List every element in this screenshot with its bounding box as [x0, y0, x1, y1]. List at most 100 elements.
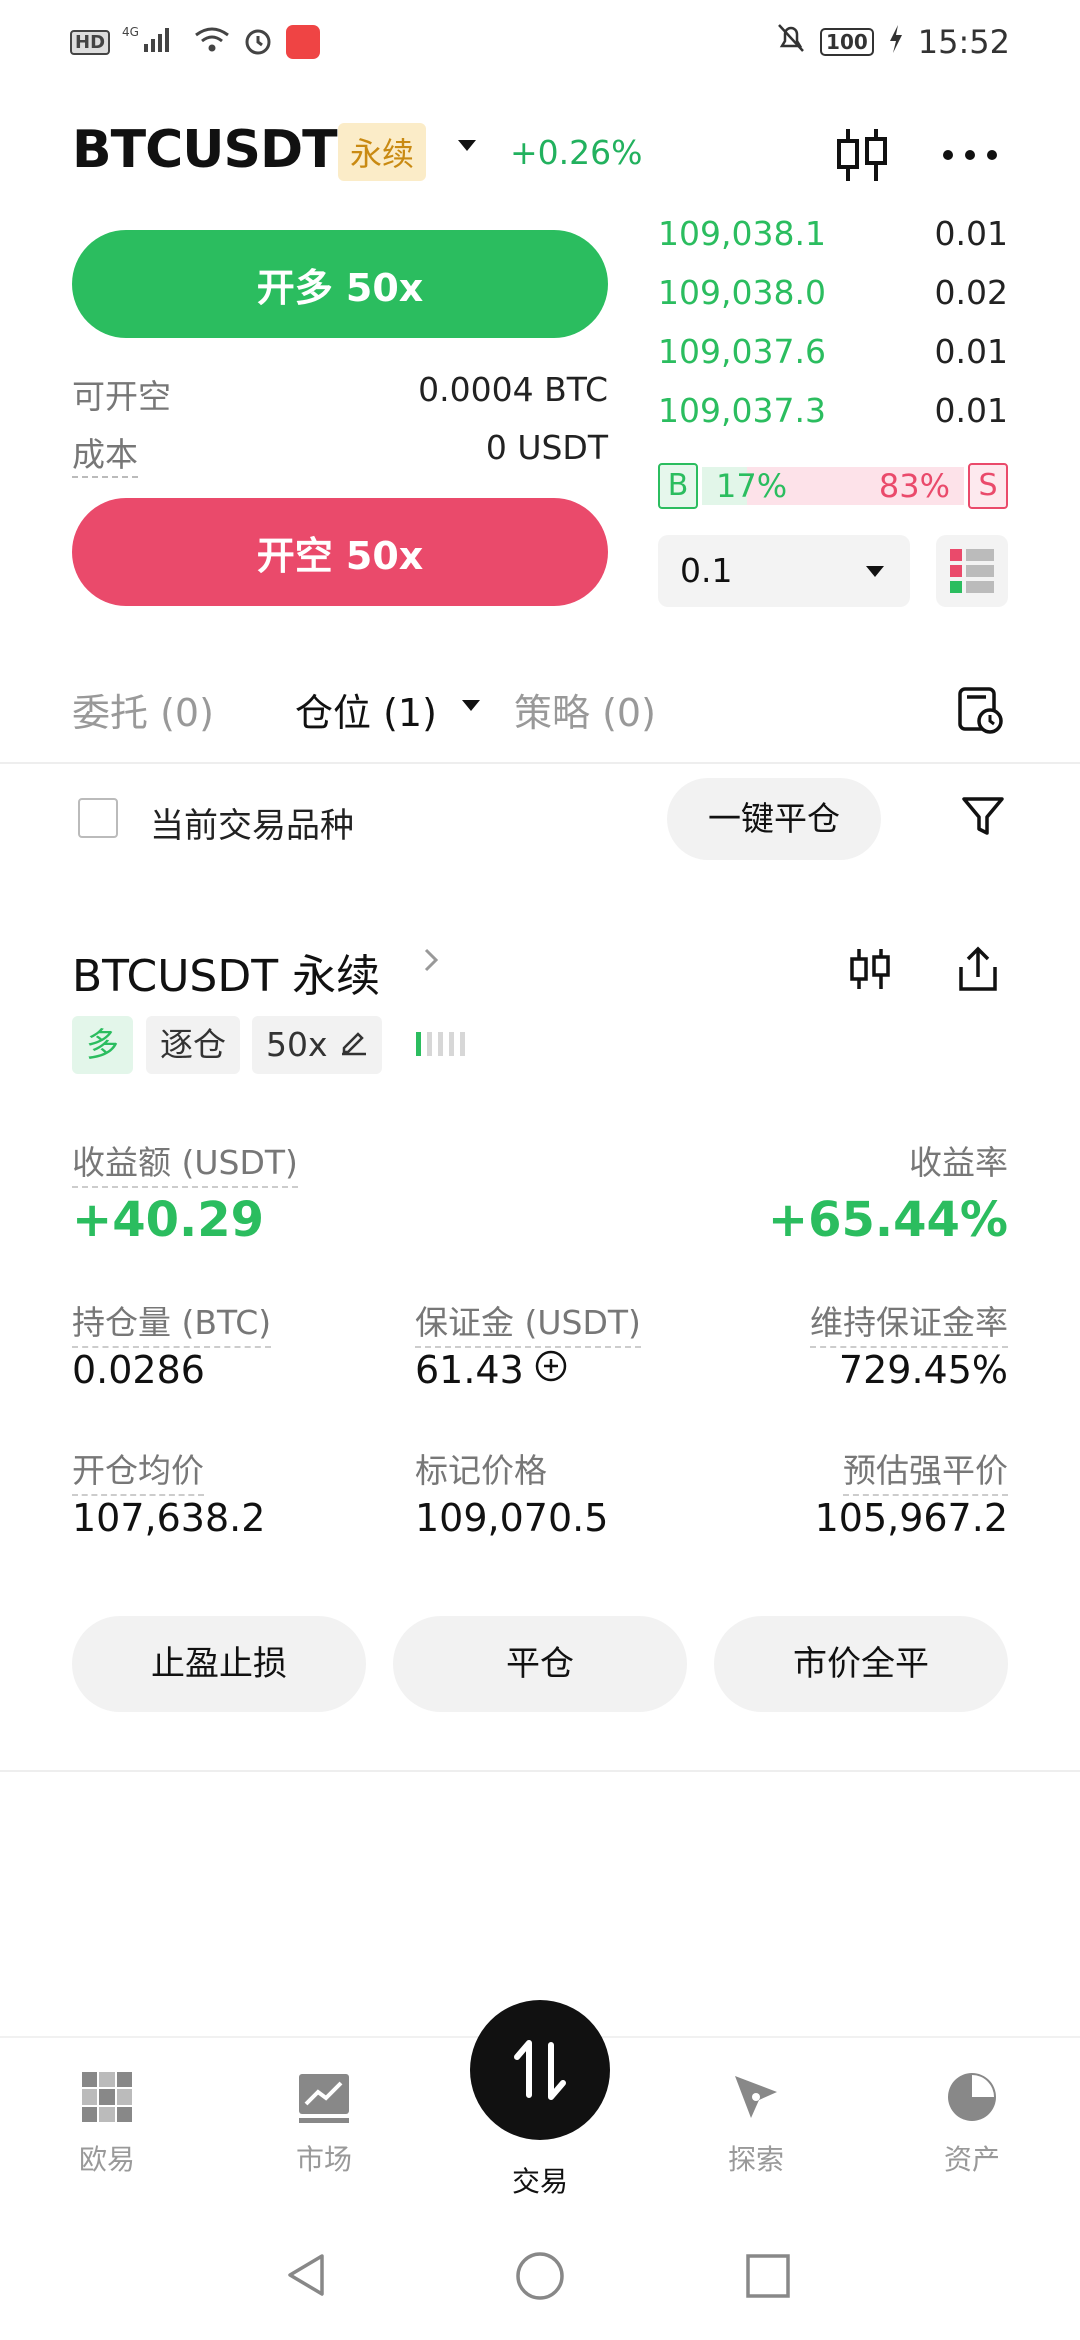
position-title[interactable]: BTCUSDT 永续: [72, 940, 380, 1004]
svg-text:4G: 4G: [122, 25, 139, 39]
orderbook-qty: 0.01: [934, 214, 1008, 253]
tab-strategies[interactable]: 策略 (0): [514, 682, 656, 737]
sell-badge: S: [968, 463, 1008, 509]
orderbook-qty: 0.02: [934, 273, 1008, 312]
depth-precision-value: 0.1: [680, 551, 733, 590]
available-value: 0.0004 BTC: [418, 370, 608, 409]
buy-badge: B: [658, 463, 698, 509]
silent-icon: [776, 22, 806, 62]
orderbook-row[interactable]: 109,037.6 0.01: [658, 332, 1008, 371]
tp-sl-button[interactable]: 止盈止损: [72, 1616, 366, 1712]
orderbook-price: 109,037.6: [658, 332, 826, 371]
compass-icon: [729, 2070, 783, 2124]
nav-explore-label: 探索: [727, 2143, 784, 2176]
open-short-button[interactable]: 开空 50x: [72, 498, 608, 606]
add-margin-icon[interactable]: [534, 1348, 568, 1392]
nav-home[interactable]: 欧易: [32, 2070, 182, 2178]
leverage-tag[interactable]: 50x: [252, 1016, 382, 1074]
more-menu-icon[interactable]: [940, 138, 1000, 162]
open-long-button[interactable]: 开多 50x: [72, 230, 608, 338]
system-navigation-bar: [0, 2210, 1080, 2340]
cost-label[interactable]: 成本: [72, 428, 138, 478]
size-value: 0.0286: [72, 1348, 205, 1392]
orderbook-qty: 0.01: [934, 391, 1008, 430]
leverage-value: 50x: [266, 1025, 328, 1064]
wifi-icon: [194, 25, 230, 59]
clock-time: 15:52: [917, 23, 1010, 61]
contract-type-badge: 永续: [338, 123, 427, 181]
candlestick-chart-icon[interactable]: [830, 125, 894, 189]
pair-selector[interactable]: BTCUSDT: [72, 120, 338, 180]
chevron-down-icon: [866, 566, 884, 577]
orderbook-price: 109,038.0: [658, 273, 826, 312]
leverage-bar: [449, 1032, 454, 1056]
nav-assets[interactable]: 资产: [897, 2070, 1047, 2178]
leverage-bar: [416, 1032, 421, 1056]
nav-market[interactable]: 市场: [249, 2070, 399, 2178]
roe-value: +65.44%: [767, 1192, 1008, 1248]
candlestick-chart-icon[interactable]: [845, 945, 895, 997]
mmr-label[interactable]: 维持保证金率: [810, 1296, 1008, 1348]
orderbook-row[interactable]: 109,038.0 0.02: [658, 273, 1008, 312]
orderbook-price: 109,037.3: [658, 391, 826, 430]
buy-percent: 17%: [716, 467, 788, 505]
current-pair-label[interactable]: 当前交易品种: [150, 798, 354, 847]
orderbook-qty: 0.01: [934, 332, 1008, 371]
home-circle-icon[interactable]: [514, 2250, 566, 2306]
back-icon[interactable]: [282, 2250, 332, 2304]
depth-precision-select[interactable]: 0.1: [658, 535, 910, 607]
close-position-button[interactable]: 平仓: [393, 1616, 687, 1712]
orderbook-layout-icon[interactable]: [936, 535, 1008, 607]
nav-explore[interactable]: 探索: [681, 2070, 831, 2178]
status-right: 100 15:52: [776, 22, 1010, 62]
pie-chart-icon: [945, 2070, 999, 2124]
tab-positions[interactable]: 仓位 (1): [295, 682, 437, 737]
hd-indicator: HD: [70, 29, 111, 55]
leverage-bar: [460, 1032, 465, 1056]
nav-trade-button[interactable]: [470, 2000, 610, 2140]
orderbook-row[interactable]: 109,038.1 0.01: [658, 214, 1008, 253]
pnl-value: +40.29: [72, 1192, 265, 1248]
price-change: +0.26%: [510, 133, 643, 172]
orderbook-row[interactable]: 109,037.3 0.01: [658, 391, 1008, 430]
mark-price-label: 标记价格: [415, 1451, 547, 1490]
entry-price-label[interactable]: 开仓均价: [72, 1444, 204, 1496]
alarm-icon: [242, 24, 274, 60]
share-icon[interactable]: [955, 945, 1001, 999]
market-chart-icon: [297, 2070, 351, 2124]
tab-orders[interactable]: 委托 (0): [72, 682, 214, 737]
mark-price-value: 109,070.5: [415, 1496, 609, 1540]
mmr-value: 729.45%: [838, 1348, 1008, 1392]
close-all-button[interactable]: 一键平仓: [667, 778, 881, 860]
status-left: HD 4G: [70, 24, 321, 60]
edit-icon[interactable]: [338, 1016, 368, 1074]
network-signal-icon: 4G: [122, 24, 182, 60]
leverage-bar: [427, 1032, 432, 1056]
liq-price-label[interactable]: 预估强平价: [843, 1444, 1008, 1496]
app-notification-icon: [286, 25, 321, 59]
sell-percent: 83%: [878, 467, 950, 505]
orderbook-price: 109,038.1: [658, 214, 826, 253]
nav-assets-label: 资产: [943, 2143, 1000, 2176]
history-icon[interactable]: [956, 683, 1006, 739]
status-bar: HD 4G 100 15:52: [0, 0, 1080, 90]
recents-square-icon[interactable]: [744, 2252, 792, 2304]
positions-dropdown-icon[interactable]: [462, 700, 480, 711]
entry-price-value: 107,638.2: [72, 1496, 266, 1540]
chevron-right-icon[interactable]: [422, 942, 442, 988]
leverage-risk-indicator: [416, 1032, 465, 1056]
margin-value-group: 61.43: [415, 1348, 568, 1392]
charging-icon: [888, 23, 904, 61]
pnl-label[interactable]: 收益额 (USDT): [72, 1136, 298, 1188]
liq-price-value: 105,967.2: [814, 1496, 1008, 1540]
buy-sell-ratio-bar: B 17% 83% S: [658, 463, 1008, 509]
size-label[interactable]: 持仓量 (BTC): [72, 1296, 272, 1348]
battery-icon: 100: [820, 28, 874, 56]
filter-icon[interactable]: [960, 793, 1006, 843]
market-close-all-button[interactable]: 市价全平: [714, 1616, 1008, 1712]
cost-value: 0 USDT: [485, 428, 608, 467]
current-pair-checkbox[interactable]: [78, 798, 118, 838]
pair-dropdown-icon[interactable]: [458, 140, 476, 151]
margin-label[interactable]: 保证金 (USDT): [415, 1296, 641, 1348]
divider: [0, 1770, 1080, 1772]
